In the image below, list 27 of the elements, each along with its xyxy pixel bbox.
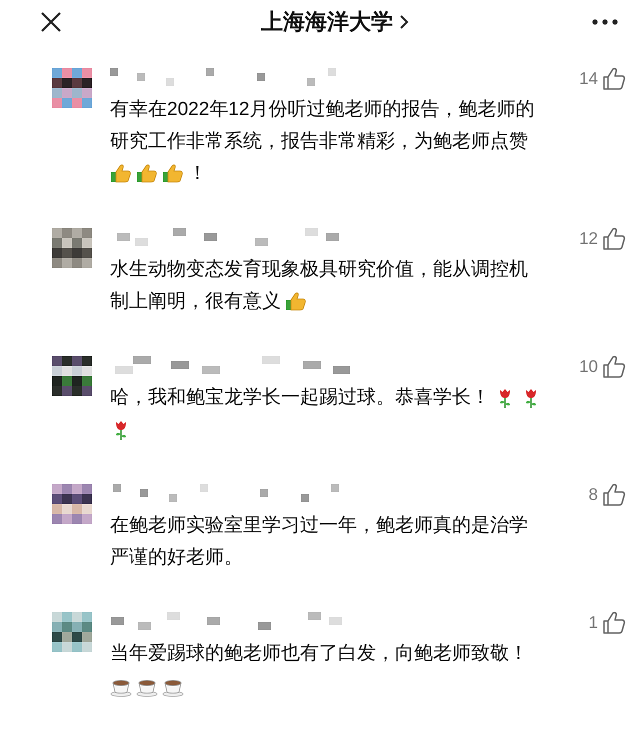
chevron-right-icon[interactable] bbox=[399, 14, 409, 30]
thumbs-up-icon[interactable] bbox=[602, 67, 626, 91]
thumbs-up-icon bbox=[285, 291, 307, 313]
like-count: 10 bbox=[579, 357, 598, 377]
thumbs-up-icon[interactable] bbox=[602, 227, 626, 251]
comment-text: 制上阐明，很有意义 bbox=[110, 290, 281, 314]
like-count: 14 bbox=[579, 69, 598, 89]
comment-text: 研究工作非常系统，报告非常精彩，为鲍老师点赞 bbox=[110, 130, 528, 154]
comment-text: 当年爱踢球的鲍老师也有了白发，向鲍老师致敬！ bbox=[110, 642, 528, 666]
like-count: 1 bbox=[588, 613, 598, 633]
comment-text: 严谨的好老师。 bbox=[110, 546, 243, 570]
thumbs-up-icon[interactable] bbox=[602, 355, 626, 379]
comment-text: ！ bbox=[188, 162, 207, 186]
like-count: 12 bbox=[579, 229, 598, 249]
thumbs-up-icon bbox=[136, 163, 158, 185]
comment-text: 在鲍老师实验室里学习过一年，鲍老师真的是治学 bbox=[110, 514, 528, 538]
comment-text: 有幸在2022年12月份听过鲍老师的报告，鲍老师的 bbox=[110, 98, 534, 122]
thumbs-up-icon[interactable] bbox=[602, 611, 626, 635]
close-icon[interactable] bbox=[40, 11, 62, 33]
like-count: 8 bbox=[588, 485, 598, 505]
comment-text: 水生动物变态发育现象极具研究价值，能从调控机 bbox=[110, 258, 528, 282]
more-icon[interactable] bbox=[592, 19, 618, 25]
thumbs-up-icon bbox=[162, 163, 184, 185]
comment-text: 哈，我和鲍宝龙学长一起踢过球。恭喜学长！ bbox=[110, 386, 490, 410]
thumbs-up-icon bbox=[110, 163, 132, 185]
page-title: 上海海洋大学 bbox=[261, 8, 393, 36]
thumbs-up-icon[interactable] bbox=[602, 483, 626, 507]
